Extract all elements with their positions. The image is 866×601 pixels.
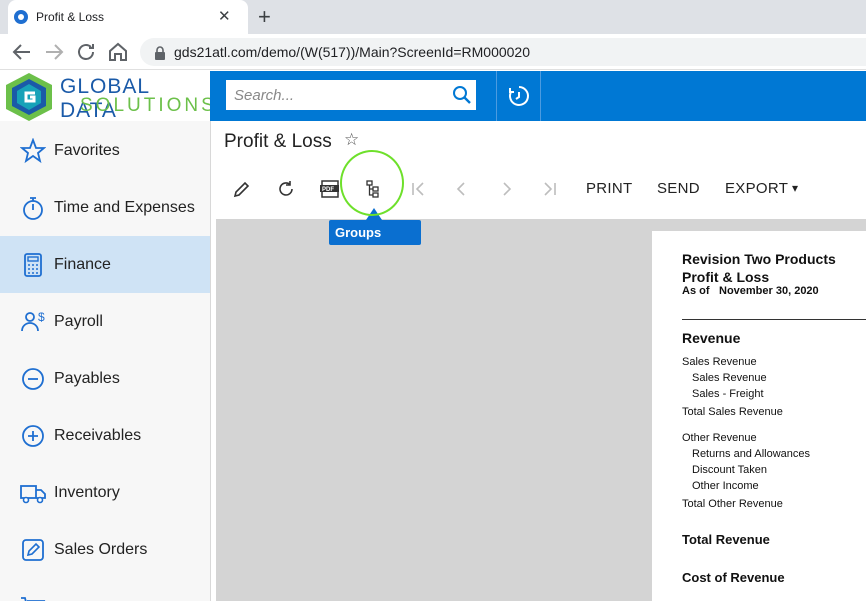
report-title: Profit & Loss xyxy=(682,269,770,285)
sidebar-item-label: Payroll xyxy=(54,313,103,330)
sidebar-item-label: Receivables xyxy=(54,427,142,444)
report-line: Returns and Allowances xyxy=(692,448,811,460)
sidebar-item-payroll[interactable]: $ Payroll xyxy=(0,293,210,350)
tab-favicon-icon xyxy=(14,10,28,24)
report-line: Total Other Revenue xyxy=(682,498,783,510)
calculator-icon xyxy=(24,253,42,277)
home-icon[interactable] xyxy=(106,40,130,64)
back-arrow-icon[interactable] xyxy=(10,40,34,64)
sidebar-item-label: Time and Expenses xyxy=(54,199,195,216)
edit-pencil-icon[interactable] xyxy=(228,176,254,202)
report-cost-of-revenue: Cost of Revenue xyxy=(682,570,785,585)
sidebar-item-sales-orders[interactable]: Sales Orders xyxy=(0,521,210,578)
payroll-icon: $ xyxy=(21,310,45,332)
sidebar-item-label: Sales Orders xyxy=(54,541,148,558)
cart-icon xyxy=(21,597,46,601)
report-line: Other Revenue xyxy=(682,432,757,444)
report-line: Other Income xyxy=(692,480,759,492)
forward-arrow-icon[interactable] xyxy=(42,40,66,64)
plus-circle-icon xyxy=(22,425,44,447)
report-line: Discount Taken xyxy=(692,464,768,476)
url-text: gds21atl.com/demo/(W(517))/Main?ScreenId… xyxy=(174,44,531,60)
page-title: Profit & Loss xyxy=(224,131,332,152)
report-asof-date: November 30, 2020 xyxy=(719,285,819,297)
reload-icon[interactable] xyxy=(74,40,98,64)
sidebar-item-label: Payables xyxy=(54,370,120,387)
tab-close-icon[interactable]: ✕ xyxy=(218,7,231,25)
print-button[interactable]: PRINT xyxy=(586,180,633,197)
first-page-icon[interactable] xyxy=(405,176,431,202)
lock-icon xyxy=(155,46,165,60)
favorite-star-icon[interactable]: ☆ xyxy=(344,130,359,150)
pencil-square-icon xyxy=(22,539,44,561)
sidebar-item-inventory[interactable]: Inventory xyxy=(0,464,210,521)
export-caret-icon[interactable]: ▾ xyxy=(792,181,798,195)
svg-text:PDF: PDF xyxy=(322,187,334,193)
gds-logo-icon xyxy=(6,73,52,121)
report-company: Revision Two Products xyxy=(682,251,836,267)
report-revenue-heading: Revenue xyxy=(682,330,741,346)
sidebar-item-favorites[interactable]: Favorites xyxy=(0,122,210,179)
history-clock-icon xyxy=(509,86,529,106)
sidebar-item-finance[interactable]: Finance xyxy=(0,236,210,293)
truck-icon xyxy=(20,485,46,504)
svg-text:$: $ xyxy=(38,310,45,324)
sidebar-item-time-and-expenses[interactable]: Time and Expenses xyxy=(0,179,210,236)
groups-tooltip: Groups xyxy=(329,220,421,245)
report-line: Sales Revenue xyxy=(682,356,757,368)
report-line: Total Sales Revenue xyxy=(682,406,783,418)
sidebar-item-payables[interactable]: Payables xyxy=(0,350,210,407)
search-icon[interactable] xyxy=(452,85,472,105)
sidebar-item-receivables[interactable]: Receivables xyxy=(0,407,210,464)
previous-page-icon[interactable] xyxy=(449,176,475,202)
sidebar-item-label: Finance xyxy=(54,256,111,273)
sidebar-item-label: Inventory xyxy=(54,484,120,501)
send-button[interactable]: SEND xyxy=(657,180,700,197)
minus-circle-icon xyxy=(22,368,44,390)
report-asof-label: As of xyxy=(682,285,710,297)
new-tab-icon[interactable]: + xyxy=(258,4,271,30)
sidebar-item-partial[interactable] xyxy=(0,578,210,601)
export-button[interactable]: EXPORT xyxy=(725,180,788,197)
history-button[interactable] xyxy=(496,71,541,121)
next-page-icon[interactable] xyxy=(493,176,519,202)
tab-title: Profit & Loss xyxy=(36,10,105,24)
click-highlight-ring xyxy=(340,150,404,216)
last-page-icon[interactable] xyxy=(537,176,563,202)
refresh-icon[interactable] xyxy=(273,176,299,202)
star-icon xyxy=(20,138,46,164)
logo[interactable]: GLOBAL DATA SOLUTIONS xyxy=(0,71,214,122)
logo-text-line2: SOLUTIONS xyxy=(80,95,217,116)
report-line: Sales Revenue xyxy=(692,372,767,384)
stopwatch-icon xyxy=(23,197,43,220)
report-total-revenue: Total Revenue xyxy=(682,532,770,547)
report-line: Sales - Freight xyxy=(692,388,764,400)
sidebar-item-label: Favorites xyxy=(54,142,120,159)
report-divider xyxy=(682,319,866,320)
search-input[interactable] xyxy=(226,80,476,110)
